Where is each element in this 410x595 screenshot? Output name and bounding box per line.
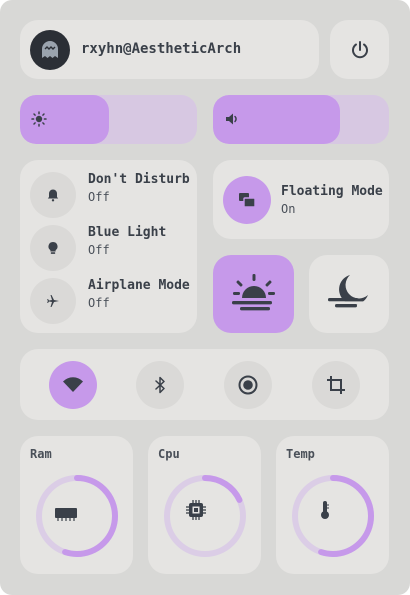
bluetooth-icon [154,376,166,394]
toggle-do-not-disturb[interactable]: Don't Disturb Off [30,170,190,218]
light-theme-button[interactable] [213,255,294,333]
power-icon [350,40,370,60]
bell-icon [30,172,76,218]
toggle-label: Blue Light [88,225,167,240]
quick-actions-card [20,349,389,420]
username: rxyhn@AestheticArch [81,41,242,57]
cpu-label: Cpu [158,447,180,461]
ghost-icon [39,40,61,60]
bluetooth-button[interactable] [136,361,184,409]
toggle-state: Off [88,296,110,310]
temperature-card: Temp [276,436,389,574]
record-icon [238,375,258,395]
toggle-state: Off [88,190,110,204]
floating-mode-toggle[interactable]: Floating Mode On [213,160,389,239]
toggle-label: Airplane Mode [88,278,190,293]
memory-icon [55,502,83,523]
toggle-blue-light[interactable]: Blue Light Off [30,223,190,271]
ram-usage-card: Ram [20,436,133,574]
floating-mode-state: On [281,202,296,216]
cpu-usage-card: Cpu [148,436,261,574]
screenshot-button[interactable] [312,361,360,409]
profile-card: rxyhn@AestheticArch [20,20,319,79]
ram-label: Ram [30,447,52,461]
airplane-icon [30,278,76,324]
chip-icon [186,500,207,521]
speaker-icon [224,111,240,127]
control-center-panel: rxyhn@AestheticArch Don't Disturb Off Bl… [0,0,410,595]
thermometer-icon [317,501,331,521]
toggle-airplane-mode[interactable]: Airplane Mode Off [30,276,190,324]
avatar[interactable] [30,30,70,70]
dark-theme-button[interactable] [309,255,389,333]
toggle-label: Don't Disturb [88,172,190,187]
toggles-card: Don't Disturb Off Blue Light Off Airplan… [20,160,197,333]
screen-record-button[interactable] [224,361,272,409]
brightness-slider[interactable] [20,95,197,144]
floating-mode-label: Floating Mode [281,184,383,199]
temp-label: Temp [286,447,315,461]
wifi-icon [62,377,84,393]
floating-windows-icon [223,176,271,224]
sunset-icon [230,272,278,316]
toggle-state: Off [88,243,110,257]
bulb-icon [30,225,76,271]
temp-gauge [292,475,374,557]
power-button[interactable] [330,20,389,79]
moon-icon [326,273,372,315]
volume-slider[interactable] [213,95,389,144]
crop-icon [326,375,346,395]
wifi-button[interactable] [49,361,97,409]
sun-icon [31,111,47,127]
